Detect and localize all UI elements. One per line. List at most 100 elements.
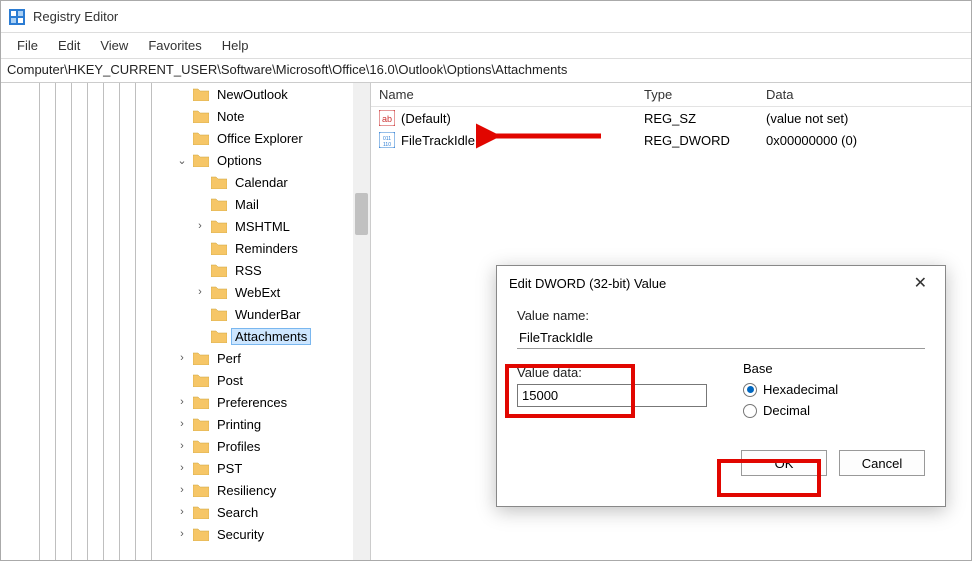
header-name[interactable]: Name bbox=[371, 87, 636, 102]
tree-item-rss[interactable]: RSS bbox=[25, 259, 370, 281]
menu-file[interactable]: File bbox=[7, 35, 48, 56]
folder-icon bbox=[193, 505, 209, 519]
folder-icon bbox=[193, 461, 209, 475]
tree-item-attachments[interactable]: Attachments bbox=[25, 325, 370, 347]
tree-item-newoutlook[interactable]: NewOutlook bbox=[25, 83, 370, 105]
svg-text:ab: ab bbox=[382, 114, 392, 124]
list-row[interactable]: ab(Default)REG_SZ(value not set) bbox=[371, 107, 971, 129]
folder-icon bbox=[211, 175, 227, 189]
list-row[interactable]: 011110FileTrackIdleREG_DWORD0x00000000 (… bbox=[371, 129, 971, 151]
folder-icon bbox=[193, 395, 209, 409]
value-data-label: Value data: bbox=[517, 365, 707, 380]
folder-icon bbox=[193, 153, 209, 167]
titlebar: Registry Editor bbox=[1, 1, 971, 33]
tree-item-mshtml[interactable]: › MSHTML bbox=[25, 215, 370, 237]
tree-item-label: NewOutlook bbox=[213, 86, 292, 103]
tree-item-webext[interactable]: ›WebExt bbox=[25, 281, 370, 303]
edit-dword-dialog: Edit DWORD (32-bit) Value ✕ Value name: … bbox=[496, 265, 946, 507]
tree-item-label: Perf bbox=[213, 350, 245, 367]
tree-item-label: Options bbox=[213, 152, 266, 169]
folder-icon bbox=[193, 87, 209, 101]
folder-icon bbox=[211, 329, 227, 343]
tree-item-resiliency[interactable]: ›Resiliency bbox=[25, 479, 370, 501]
menu-favorites[interactable]: Favorites bbox=[138, 35, 211, 56]
tree-item-label: Search bbox=[213, 504, 262, 521]
expander-icon[interactable]: › bbox=[175, 462, 189, 474]
folder-icon bbox=[211, 219, 227, 233]
tree-item-label: Note bbox=[213, 108, 248, 125]
tree-item-label: MSHTML bbox=[231, 218, 294, 235]
tree-item-office-explorer[interactable]: Office Explorer bbox=[25, 127, 370, 149]
tree-item-wunderbar[interactable]: WunderBar bbox=[25, 303, 370, 325]
folder-icon bbox=[193, 131, 209, 145]
tree-item-label: Printing bbox=[213, 416, 265, 433]
header-data[interactable]: Data bbox=[758, 87, 971, 102]
expander-icon[interactable]: › bbox=[175, 528, 189, 540]
base-label: Base bbox=[743, 361, 838, 376]
header-type[interactable]: Type bbox=[636, 87, 758, 102]
menu-help[interactable]: Help bbox=[212, 35, 259, 56]
tree-item-reminders[interactable]: Reminders bbox=[25, 237, 370, 259]
tree-item-perf[interactable]: › Perf bbox=[25, 347, 370, 369]
tree-item-mail[interactable]: Mail bbox=[25, 193, 370, 215]
folder-icon bbox=[193, 351, 209, 365]
expander-icon[interactable]: › bbox=[175, 396, 189, 408]
folder-icon bbox=[193, 373, 209, 387]
expander-icon[interactable]: ⌄ bbox=[175, 154, 189, 167]
tree-item-options[interactable]: ⌄ Options bbox=[25, 149, 370, 171]
tree-item-label: Post bbox=[213, 372, 247, 389]
tree-item-security[interactable]: › Security bbox=[25, 523, 370, 545]
tree-item-calendar[interactable]: Calendar bbox=[25, 171, 370, 193]
ok-button[interactable]: OK bbox=[741, 450, 827, 476]
radio-hex[interactable]: Hexadecimal bbox=[743, 382, 838, 397]
tree-item-label: Reminders bbox=[231, 240, 302, 257]
window-title: Registry Editor bbox=[33, 9, 118, 24]
expander-icon[interactable]: › bbox=[175, 484, 189, 496]
tree-item-label: RSS bbox=[231, 262, 266, 279]
folder-icon bbox=[193, 527, 209, 541]
tree-item-pst[interactable]: › PST bbox=[25, 457, 370, 479]
tree-item-post[interactable]: Post bbox=[25, 369, 370, 391]
cancel-button[interactable]: Cancel bbox=[839, 450, 925, 476]
expander-icon[interactable]: › bbox=[193, 220, 207, 232]
value-data: (value not set) bbox=[758, 111, 971, 126]
value-name: (Default) bbox=[401, 111, 451, 126]
tree-item-note[interactable]: Note bbox=[25, 105, 370, 127]
scrollbar-thumb[interactable] bbox=[355, 193, 368, 235]
tree-scrollbar[interactable] bbox=[353, 83, 370, 560]
radio-dec[interactable]: Decimal bbox=[743, 403, 838, 418]
tree-item-label: Attachments bbox=[231, 328, 311, 345]
list-header: Name Type Data bbox=[371, 83, 971, 107]
dialog-title-text: Edit DWORD (32-bit) Value bbox=[509, 276, 666, 291]
tree-item-search[interactable]: › Search bbox=[25, 501, 370, 523]
expander-icon[interactable]: › bbox=[175, 352, 189, 364]
expander-icon[interactable]: › bbox=[175, 440, 189, 452]
tree-item-label: Security bbox=[213, 526, 268, 543]
tree-item-label: PST bbox=[213, 460, 246, 477]
folder-icon bbox=[211, 241, 227, 255]
tree-item-printing[interactable]: › Printing bbox=[25, 413, 370, 435]
close-icon[interactable]: ✕ bbox=[908, 271, 933, 295]
folder-icon bbox=[211, 285, 227, 299]
value-name-input[interactable] bbox=[517, 327, 925, 349]
address-bar[interactable]: Computer\HKEY_CURRENT_USER\Software\Micr… bbox=[1, 59, 971, 83]
radio-dec-indicator bbox=[743, 404, 757, 418]
expander-icon[interactable]: › bbox=[193, 286, 207, 298]
folder-icon bbox=[193, 483, 209, 497]
value-data-input[interactable] bbox=[517, 384, 707, 407]
tree-item-profiles[interactable]: › Profiles bbox=[25, 435, 370, 457]
tree-item-preferences[interactable]: › Preferences bbox=[25, 391, 370, 413]
menubar: File Edit View Favorites Help bbox=[1, 33, 971, 59]
value-name: FileTrackIdle bbox=[401, 133, 475, 148]
tree-item-label: Preferences bbox=[213, 394, 291, 411]
svg-text:110: 110 bbox=[383, 142, 391, 148]
binary-value-icon: 011110 bbox=[379, 132, 395, 148]
expander-icon[interactable]: › bbox=[175, 506, 189, 518]
dialog-titlebar[interactable]: Edit DWORD (32-bit) Value ✕ bbox=[497, 266, 945, 300]
tree-item-label: Profiles bbox=[213, 438, 264, 455]
folder-icon bbox=[211, 307, 227, 321]
menu-edit[interactable]: Edit bbox=[48, 35, 90, 56]
tree-item-label: Calendar bbox=[231, 174, 292, 191]
menu-view[interactable]: View bbox=[90, 35, 138, 56]
expander-icon[interactable]: › bbox=[175, 418, 189, 430]
